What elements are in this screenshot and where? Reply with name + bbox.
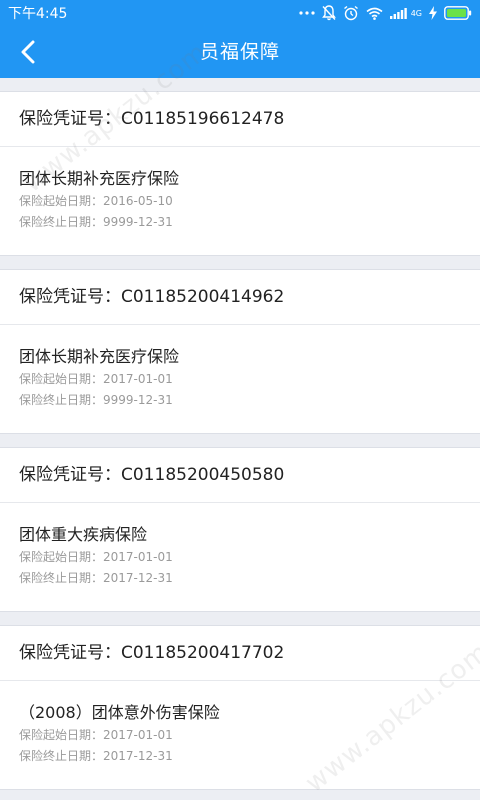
end-date-label: 保险终止日期：: [19, 393, 104, 407]
plan-name: （2008）团体意外伤害保险: [19, 703, 220, 722]
wifi-icon: [366, 5, 383, 21]
start-date-row: 保险起始日期：2017-01-01: [19, 725, 461, 746]
policy-card-header: 保险凭证号：C01185196612478: [0, 92, 480, 147]
charging-bolt-icon: [429, 5, 437, 21]
start-date-label: 保险起始日期：: [19, 728, 104, 742]
end-date-value: 9999-12-31: [103, 215, 173, 229]
policy-list: 保险凭证号：C01185196612478 团体长期补充医疗保险 保险起始日期：…: [0, 78, 480, 790]
end-date-label: 保险终止日期：: [19, 749, 104, 763]
network-type-label: 4G: [410, 8, 422, 18]
start-date-label: 保险起始日期：: [19, 550, 104, 564]
cert-number-label: 保险凭证号：: [19, 109, 121, 129]
cert-number-value: C01185200414962: [121, 287, 285, 307]
policy-card-header: 保险凭证号：C01185200450580: [0, 448, 480, 503]
policy-card-header: 保险凭证号：C01185200414962: [0, 270, 480, 325]
end-date-row: 保险终止日期：2017-12-31: [19, 568, 461, 589]
app-bar: 员福保障: [0, 26, 480, 78]
plan-name: 团体长期补充医疗保险: [19, 347, 180, 366]
start-date-value: 2016-05-10: [103, 194, 173, 208]
policy-card[interactable]: 保险凭证号：C01185200450580 团体重大疾病保险 保险起始日期：20…: [0, 447, 480, 612]
cert-number-value: C01185196612478: [121, 109, 285, 129]
plan-name: 团体长期补充医疗保险: [19, 169, 180, 188]
start-date-label: 保险起始日期：: [19, 194, 104, 208]
policy-card-body: 团体重大疾病保险 保险起始日期：2017-01-01 保险终止日期：2017-1…: [0, 503, 480, 589]
policy-card-body: （2008）团体意外伤害保险 保险起始日期：2017-01-01 保险终止日期：…: [0, 681, 480, 767]
policy-card[interactable]: 保险凭证号：C01185200417702 （2008）团体意外伤害保险 保险起…: [0, 625, 480, 790]
cert-number-value: C01185200417702: [121, 643, 285, 663]
end-date-value: 2017-12-31: [103, 749, 173, 763]
start-date-value: 2017-01-01: [103, 728, 173, 742]
cert-number-value: C01185200450580: [121, 465, 285, 485]
end-date-value: 2017-12-31: [103, 571, 173, 585]
policy-card-body: 团体长期补充医疗保险 保险起始日期：2017-01-01 保险终止日期：9999…: [0, 325, 480, 411]
signal-strength-icon: [389, 5, 408, 21]
status-time: 下午4:45: [8, 6, 68, 22]
end-date-value: 9999-12-31: [103, 393, 173, 407]
cert-number-label: 保险凭证号：: [19, 465, 121, 485]
start-date-row: 保险起始日期：2017-01-01: [19, 369, 461, 390]
start-date-row: 保险起始日期：2017-01-01: [19, 547, 461, 568]
status-icons: 4G: [299, 5, 472, 21]
cert-number-label: 保险凭证号：: [19, 287, 121, 307]
end-date-row: 保险终止日期：9999-12-31: [19, 212, 461, 233]
plan-name: 团体重大疾病保险: [19, 525, 148, 544]
alarm-clock-icon: [343, 5, 359, 21]
start-date-value: 2017-01-01: [103, 550, 173, 564]
policy-card[interactable]: 保险凭证号：C01185200414962 团体长期补充医疗保险 保险起始日期：…: [0, 269, 480, 434]
end-date-row: 保险终止日期：9999-12-31: [19, 390, 461, 411]
page-title: 员福保障: [199, 41, 280, 63]
start-date-value: 2017-01-01: [103, 372, 173, 386]
policy-card-body: 团体长期补充医疗保险 保险起始日期：2016-05-10 保险终止日期：9999…: [0, 147, 480, 233]
policy-card[interactable]: 保险凭证号：C01185196612478 团体长期补充医疗保险 保险起始日期：…: [0, 91, 480, 256]
notifications-off-icon: [321, 5, 336, 21]
status-bar: 下午4:45 4G: [0, 0, 480, 26]
cert-number-label: 保险凭证号：: [19, 643, 121, 663]
end-date-label: 保险终止日期：: [19, 215, 104, 229]
start-date-label: 保险起始日期：: [19, 372, 104, 386]
more-dots-icon: [299, 5, 315, 21]
end-date-row: 保险终止日期：2017-12-31: [19, 746, 461, 767]
start-date-row: 保险起始日期：2016-05-10: [19, 191, 461, 212]
battery-icon: [444, 5, 472, 21]
policy-card-header: 保险凭证号：C01185200417702: [0, 626, 480, 681]
end-date-label: 保险终止日期：: [19, 571, 104, 585]
